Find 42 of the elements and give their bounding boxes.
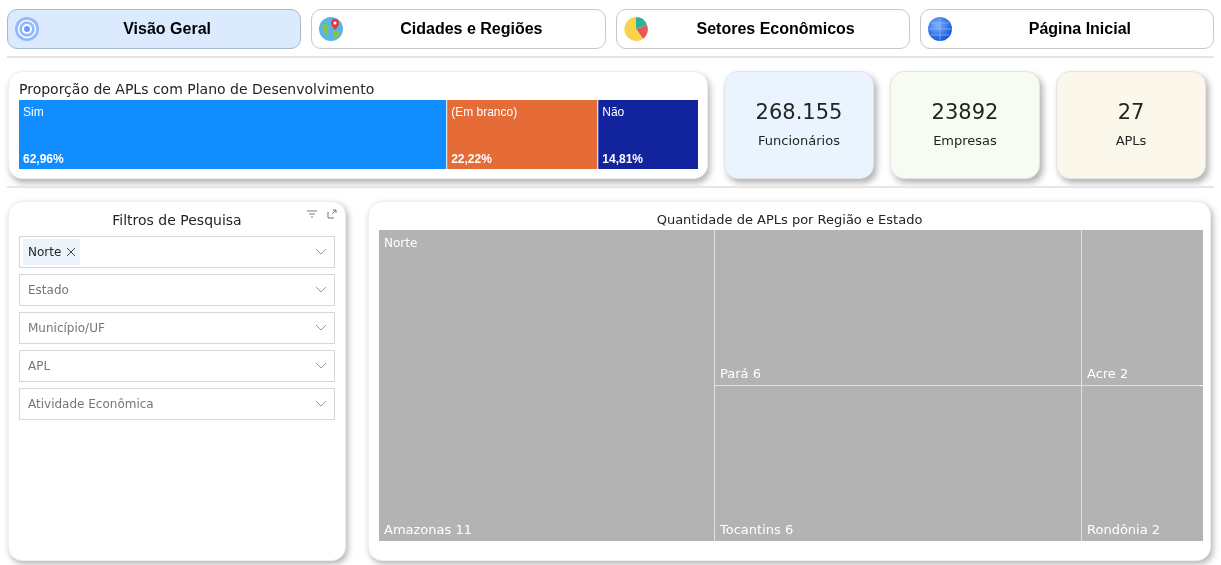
expand-icon[interactable]	[327, 209, 337, 219]
kpi-value: 23892	[931, 99, 999, 126]
kpi-label: Funcionários	[758, 132, 840, 151]
chevron-down-icon[interactable]	[316, 287, 326, 293]
filter-icon[interactable]	[307, 210, 317, 218]
kpi-value: 268.155	[755, 99, 843, 126]
dropdown-field[interactable]: APL	[19, 350, 335, 382]
field-placeholder: Atividade Econômica	[27, 396, 154, 413]
kpi-value: 27	[1117, 99, 1145, 126]
filter-chip[interactable]: Norte	[23, 239, 81, 265]
chevron-down-icon[interactable]	[316, 325, 326, 331]
kpi-label: Empresas	[933, 132, 997, 151]
kpi-label: APLs	[1115, 132, 1147, 151]
segment-value: 14,81%	[602, 152, 643, 166]
nav-button[interactable]: Visão Geral	[7, 9, 302, 49]
target-icon	[14, 16, 40, 42]
field-placeholder: APL	[27, 358, 51, 375]
segment-label: Sim	[23, 105, 44, 119]
chevron-down-icon[interactable]	[316, 363, 326, 369]
dropdown-field[interactable]: Município/UF	[19, 312, 335, 344]
globe-pin-icon	[318, 16, 345, 42]
nav-button[interactable]: Página Inicial	[919, 9, 1214, 49]
segment-label: Não	[602, 105, 625, 119]
chevron-down-icon[interactable]	[316, 249, 326, 255]
dropdown-field[interactable]: Estado	[19, 274, 335, 306]
segment-value: 22,22%	[451, 152, 492, 166]
field-placeholder: Município/UF	[27, 320, 105, 337]
segment-value: 62,96%	[23, 152, 64, 166]
region-label: Norte	[384, 235, 418, 252]
globe-icon	[926, 16, 953, 42]
close-icon[interactable]	[67, 248, 76, 256]
nav-button[interactable]: Cidades e Regiões	[311, 9, 606, 49]
chevron-down-icon[interactable]	[316, 401, 326, 407]
panel-title: Filtros de Pesquisa	[112, 210, 242, 230]
segment-label: (Em branco)	[451, 105, 518, 119]
dropdown-field[interactable]: Norte	[19, 236, 335, 268]
nav-button[interactable]: Setores Econômicos	[615, 9, 910, 49]
pie-chart-icon	[622, 16, 649, 42]
field-placeholder: Estado	[27, 282, 69, 299]
chart-title: Proporção de APLs com Plano de Desenvolvimento	[19, 80, 376, 98]
dropdown-field[interactable]: Atividade Econômica	[19, 388, 335, 420]
chart-title: Quantidade de APLs por Região e Estado	[656, 211, 923, 229]
